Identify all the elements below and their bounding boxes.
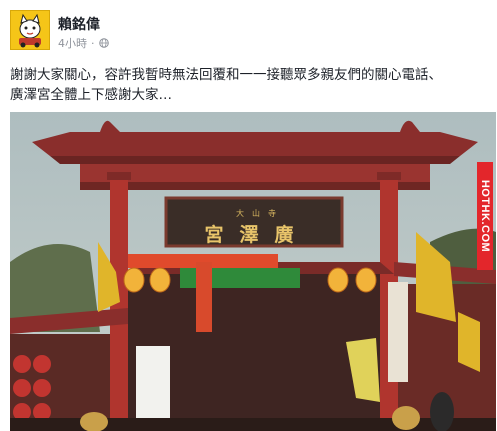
globe-icon[interactable]	[98, 38, 109, 48]
post-timestamp[interactable]: 4小時	[58, 35, 87, 51]
temple-sign-small-text: 大山寺	[236, 209, 284, 218]
post-photo-temple[interactable]: 大山寺 宮澤廣 HOTHK.COM	[10, 112, 496, 431]
meta-separator: ·	[91, 36, 95, 50]
post-text-line: 謝謝大家關心，容許我暫時無法回覆和一一接聽眾多親友們的關心電話、	[10, 67, 442, 83]
author-name[interactable]: 賴銘偉	[58, 14, 100, 34]
temple-sign-text: 宮澤廣	[204, 224, 310, 246]
author-avatar[interactable]	[10, 10, 50, 50]
post-body-text: 謝謝大家關心，容許我暫時無法回覆和一一接聽眾多親友們的關心電話、 廣澤宮全體上下…	[10, 65, 490, 105]
post-text-line: 廣澤宮全體上下感謝大家…	[10, 87, 172, 103]
post-meta: 4小時 ·	[58, 35, 109, 51]
watermark-badge: HOTHK.COM	[477, 162, 493, 270]
cat-mascot-icon	[11, 11, 49, 49]
temple-gate-illustration	[10, 112, 496, 431]
watermark-text: HOTHK.COM	[479, 179, 491, 253]
